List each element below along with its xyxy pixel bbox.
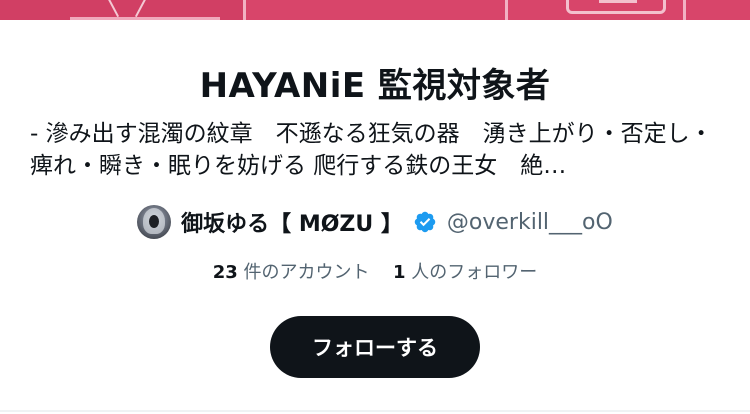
banner-divider (683, 0, 686, 20)
list-title: HAYANiE 監視対象者 (199, 66, 551, 106)
divider (0, 410, 750, 412)
members-link[interactable]: 23 件のアカウント (213, 262, 376, 283)
banner-mark (566, 0, 666, 14)
owner-handle[interactable]: @overkill___oO (447, 210, 613, 235)
banner-divider (243, 0, 246, 20)
members-count: 23 (212, 262, 238, 283)
banner-divider (505, 0, 508, 20)
followers-label: 人のフォロワー (411, 262, 538, 283)
members-label: 件のアカウント (243, 262, 370, 283)
list-header: HAYANiE 監視対象者 ‑ 滲み出す混濁の紋章 不遜なる狂気の器 湧き上がり… (0, 20, 750, 412)
verified-badge-icon (414, 211, 436, 233)
list-stats: 23 件のアカウント 1 人のフォロワー (0, 258, 750, 284)
follow-button[interactable]: フォローする (270, 316, 480, 378)
owner-display-name[interactable]: 御坂ゆる【 MØZU 】 (181, 206, 403, 238)
followers-count: 1 (393, 262, 406, 283)
followers-link[interactable]: 1 人のフォロワー (393, 262, 537, 283)
list-owner[interactable]: 御坂ゆる【 MØZU 】 @overkill___oO (0, 202, 750, 242)
list-description: ‑ 滲み出す混濁の紋章 不遜なる狂気の器 湧き上がり・否定し・痺れ・瞬き・眠りを… (30, 121, 713, 179)
list-banner-image (0, 0, 750, 20)
owner-avatar[interactable] (137, 205, 172, 239)
